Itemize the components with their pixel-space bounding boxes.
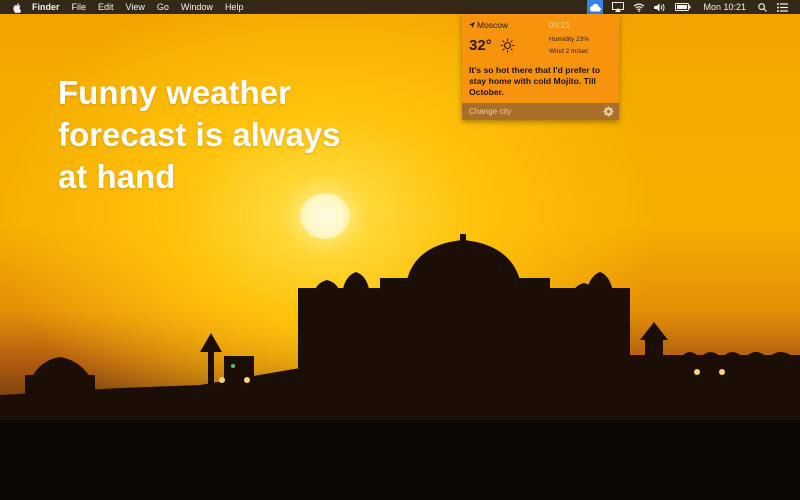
temperature: 32°	[469, 37, 492, 54]
menu-file[interactable]: File	[72, 0, 87, 14]
headline-line: at hand	[58, 158, 176, 195]
gear-icon[interactable]	[603, 106, 614, 117]
menu-bar-clock[interactable]: Mon 10:21	[703, 2, 746, 12]
menu-bar: Finder File Edit View Go Window Help Mon…	[0, 0, 800, 14]
location-arrow-icon	[469, 22, 475, 28]
local-time: 09:21	[549, 20, 571, 30]
wind-speed: Wind 2 m/sec	[549, 48, 589, 55]
notification-center-icon[interactable]	[777, 0, 788, 14]
spotlight-search-icon[interactable]	[758, 0, 767, 14]
popover-footer: Change city	[462, 103, 619, 120]
city-label-row: Moscow	[469, 20, 508, 30]
weather-app-tray-icon[interactable]	[587, 0, 604, 14]
promo-headline: Funny weather forecast is always at hand	[58, 72, 378, 198]
menu-go[interactable]: Go	[157, 0, 169, 14]
menu-view[interactable]: View	[126, 0, 145, 14]
menu-window[interactable]: Window	[181, 0, 213, 14]
change-city-button[interactable]: Change city	[469, 107, 511, 116]
wifi-icon[interactable]	[633, 0, 645, 14]
city-name: Moscow	[477, 20, 509, 30]
humidity: Humidity 23%	[549, 36, 590, 43]
headline-line: Funny weather	[58, 74, 291, 111]
apple-logo-icon[interactable]	[12, 2, 22, 13]
weather-funny-message: It's so hot there that I'd prefer to sta…	[469, 65, 601, 97]
menu-help[interactable]: Help	[225, 0, 244, 14]
status-bar-area: Mon 10:21	[587, 0, 800, 14]
battery-icon[interactable]	[675, 0, 691, 14]
sun-icon	[500, 38, 515, 53]
headline-line: forecast is always	[58, 116, 341, 153]
cloud-icon	[590, 3, 602, 12]
volume-icon[interactable]	[654, 0, 666, 14]
airplay-icon[interactable]	[612, 0, 625, 14]
menu-app-name[interactable]: Finder	[32, 0, 60, 14]
menu-edit[interactable]: Edit	[98, 0, 114, 14]
weather-popover: Moscow 09:21 32° Humidity 23% Wind 2 m/s…	[462, 14, 619, 120]
